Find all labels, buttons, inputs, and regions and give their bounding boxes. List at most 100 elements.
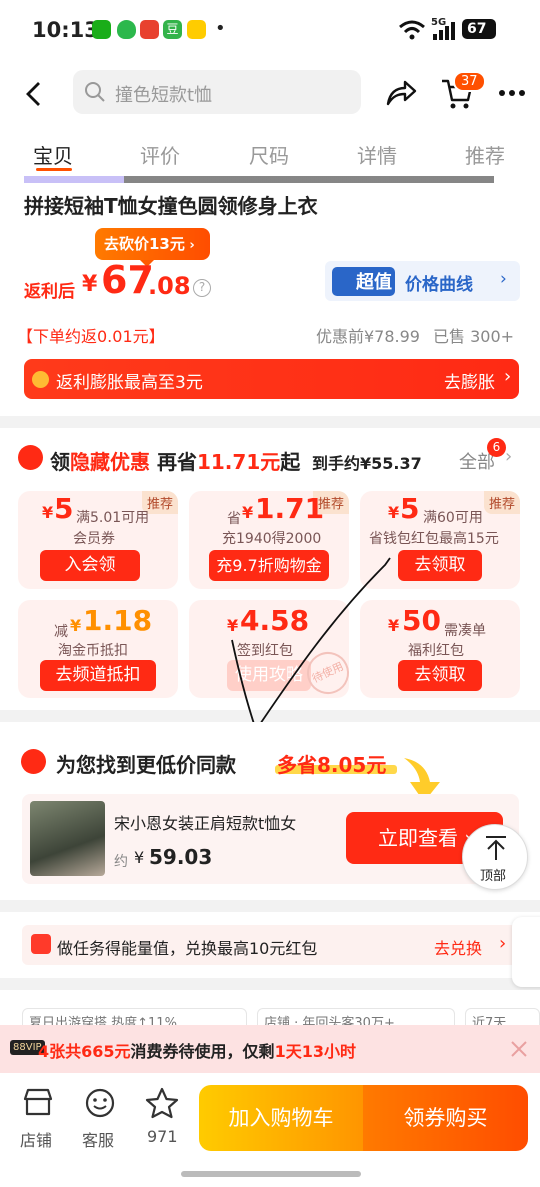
coupon-amount: 5 [400,492,420,525]
coupon-title-d: 起 [280,450,301,474]
join-member-button[interactable]: 入会领 [40,550,140,581]
coupon-currency: ¥ [388,616,400,635]
arrow-up-icon [486,836,506,860]
price-curve-button[interactable]: 超值 价格曲线 › [325,261,520,301]
star-icon [145,1087,179,1119]
task-text: 做任务得能量值，兑换最高10元红包 [57,939,318,958]
coupon-title-b: 隐藏优惠 [70,450,150,474]
vip-count: 4张共665元 [38,1042,131,1061]
chevron-right-icon: › [504,366,512,387]
favorite-button[interactable]: 971 [142,1085,182,1150]
cheaper-section: 为您找到更低价同款 多省8.05元 宋小恩女装正肩短款t恤女 约 ¥ 59.03… [0,722,540,900]
wifi-icon [399,20,425,40]
customer-service-icon [85,1088,115,1118]
similar-item-card[interactable]: 宋小恩女装正肩短款t恤女 约 ¥ 59.03 立即查看 › [22,794,519,884]
coupon-card[interactable]: 推荐 省 ¥ 1.71 充1940得2000 充9.7折购物金 [189,491,349,589]
view-now-label: 立即查看 [378,826,458,850]
similar-currency: ¥ [134,848,145,867]
coupon-condition: 需凑单 [444,623,486,639]
battery-level: 67 [467,21,487,37]
search-box[interactable]: 撞色短款t恤 [73,70,361,114]
task-bar[interactable]: 做任务得能量值，兑换最高10元红包 去兑换 › [22,925,517,965]
buy-with-coupon-button[interactable]: 领券购买 [363,1085,528,1151]
price-decimal: .08 [148,272,191,300]
rebate-boost-bar[interactable]: 返利膨胀最高至3元 去膨胀 › [24,359,519,399]
coupon-condition: 满5.01可用 [76,510,150,526]
coupon-title: 领隐藏优惠 再省11.71元起 [50,446,300,475]
coupon-desc: 淘金币抵扣 [58,643,128,659]
tab-size[interactable]: 尺码 [249,140,289,169]
rebate-note: 【下单约返0.01元】 [17,327,165,346]
claim-button[interactable]: 去领取 [398,550,482,581]
all-count-badge: 6 [487,438,506,457]
save-amount: 多省8.05元 [277,753,387,777]
favorite-count: 971 [147,1127,178,1146]
rebate-boost-cta: 去膨胀 [444,373,495,393]
price-section: 拼接短袖T恤女撞色圆领修身上衣 去砍价13元 › 返利后 ¥ 67 .08 ? … [0,176,540,416]
similar-item-name: 宋小恩女装正肩短款t恤女 [114,814,297,833]
coupon-card[interactable]: 推荐 ¥ 5 满5.01可用 会员券 入会领 [18,491,178,589]
price-integer: 67 [101,258,154,302]
rebate-boost-text: 返利膨胀最高至3元 [56,373,203,393]
more-icon[interactable] [498,89,526,97]
tag-icon [18,445,43,470]
down-arrow-icon [21,749,46,774]
redeem-coins-button[interactable]: 去频道抵扣 [40,660,156,691]
chevron-right-icon: › [505,446,513,467]
coupon-tag: 推荐 [483,491,520,514]
cart-badge: 37 [453,71,486,92]
share-icon[interactable] [385,78,417,108]
coupon-amount: 1.18 [83,604,153,637]
vip-time: 1天13小时 [274,1042,356,1061]
service-button[interactable]: 客服 [80,1085,120,1150]
coupon-card[interactable]: ¥ 4.58 签到红包 使用攻略 待使用 [189,600,356,701]
claim-button[interactable]: 去领取 [398,660,482,691]
back-to-top-button[interactable]: 顶部 [462,824,528,890]
coupon-desc: 签到红包 [237,643,293,659]
home-indicator [181,1171,361,1177]
net-price: 到手约¥55.37 [312,454,422,473]
vip-text: 4张共665元消费券待使用，仅剩1天13小时 [38,1038,356,1062]
coupon-condition: 满60可用 [423,510,483,526]
bottom-bar: 店铺 客服 971 加入购物车 领券购买 [0,1073,540,1187]
shop-label: 店铺 [20,1131,53,1150]
guide-button[interactable]: 使用攻略 [227,660,311,691]
pending-stamp: 待使用 [300,645,356,701]
coupon-card[interactable]: ¥ 50 需凑单 福利红包 去领取 [360,600,520,698]
task-section: 做任务得能量值，兑换最高10元红包 去兑换 › [0,912,540,987]
coupon-amount: 50 [402,604,441,637]
chevron-right-icon: › [499,933,507,954]
coupon-card[interactable]: 减 ¥ 1.18 淘金币抵扣 去频道抵扣 [18,600,178,698]
sold-count: 已售 300+ [433,327,515,346]
shop-button[interactable]: 店铺 [18,1085,58,1150]
douban-icon: 豆 [163,20,182,39]
shield-icon [117,20,136,39]
highlights-row: 夏日出游穿搭 热度↑11% 店铺 · 年回头客30万+ 近7天 [0,990,540,1035]
help-icon[interactable]: ? [193,279,211,297]
close-icon[interactable] [510,1040,528,1058]
topup-button[interactable]: 充9.7折购物金 [209,550,329,581]
bargain-label: 去砍价13元 [104,235,185,253]
bargain-button[interactable]: 去砍价13元 › [95,228,210,260]
approx-label: 约 [114,854,128,870]
tab-reviews[interactable]: 评价 [140,140,180,169]
vip-banner[interactable]: 88VIP 4张共665元消费券待使用，仅剩1天13小时 [0,1025,540,1073]
back-icon[interactable] [24,81,44,107]
coupon-currency: ¥ [227,616,239,635]
status-bar: 10:13 豆 • 5G 67 [0,0,540,62]
curve-label: 价格曲线 [405,275,473,295]
vip-mid: 消费券待使用，仅剩 [130,1042,275,1061]
app-icon [140,20,159,39]
product-thumbnail [30,801,105,876]
coupon-card[interactable]: 推荐 ¥ 5 满60可用 省钱包红包最高15元 去领取 [360,491,520,589]
tab-item[interactable]: 宝贝 [33,140,73,169]
coupon-desc: 省钱包红包最高15元 [369,531,499,547]
coupon-title-amount: 11.71元 [196,450,281,474]
store-icon [23,1088,53,1116]
tab-recommend[interactable]: 推荐 [465,140,505,169]
coupon-prefix: 减 [54,624,68,640]
floating-widget[interactable] [512,917,540,987]
add-to-cart-button[interactable]: 加入购物车 [199,1085,363,1151]
tab-details[interactable]: 详情 [357,140,397,169]
signal-icon [433,22,455,40]
